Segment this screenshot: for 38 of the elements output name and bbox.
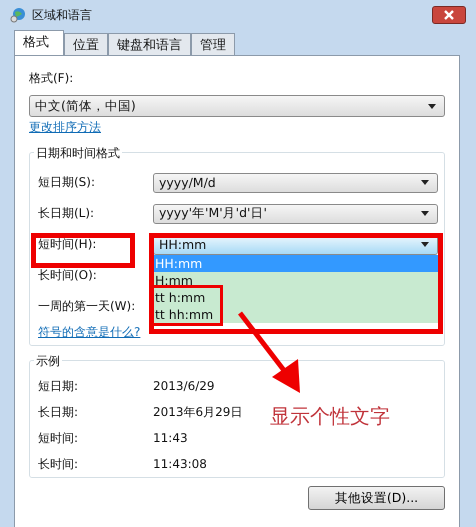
field-label: 一周的第一天(W):	[38, 298, 136, 315]
tab[interactable]: 键盘和语言	[108, 33, 191, 55]
tab[interactable]: 管理	[191, 33, 235, 55]
window-title: 区域和语言	[32, 6, 92, 24]
format-label: 格式(F):	[29, 70, 74, 87]
example-label: 短日期:	[38, 378, 80, 394]
globe-icon	[10, 7, 26, 23]
field-label: 短日期(S):	[38, 174, 96, 191]
dropdown-option[interactable]: tt hh:mm	[153, 306, 438, 322]
format-dropdown[interactable]: yyyy'年'M'月'd'日'	[153, 204, 438, 224]
close-icon	[444, 10, 454, 20]
annotation-text: 显示个性文字	[270, 403, 390, 430]
group-title: 示例	[34, 353, 62, 370]
dropdown-option[interactable]: H:mm	[153, 272, 438, 288]
tab[interactable]: 位置	[64, 33, 108, 55]
example-value: 2013/6/29	[153, 379, 215, 393]
example-label: 长时间:	[38, 456, 80, 472]
field-label: 长日期(L):	[38, 205, 96, 222]
example-label: 短时间:	[38, 430, 80, 446]
example-label: 长日期:	[38, 404, 80, 420]
symbols-help-link[interactable]: 符号的含意是什么?	[38, 324, 140, 341]
tab[interactable]: 格式	[14, 30, 64, 55]
example-value: 11:43	[153, 431, 188, 445]
caret-icon	[421, 211, 429, 216]
format-dropdown[interactable]: yyyy/M/d	[153, 172, 438, 192]
format-dropdown[interactable]: 中文(简体，中国)	[29, 95, 445, 117]
other-settings-button[interactable]: 其他设置(D)...	[308, 486, 445, 510]
example-value: 11:43:08	[153, 457, 207, 471]
field-label: 长时间(O):	[38, 267, 98, 284]
sort-method-link[interactable]: 更改排序方法	[29, 119, 101, 136]
close-button[interactable]	[432, 6, 466, 24]
group-title: 日期和时间格式	[34, 145, 122, 162]
dropdown-option[interactable]: tt h:mm	[153, 288, 438, 306]
example-value: 2013年6月29日	[153, 404, 242, 420]
caret-icon	[421, 242, 429, 247]
field-label: 短时间(H):	[38, 236, 98, 253]
caret-icon	[421, 180, 429, 185]
caret-icon	[428, 104, 436, 108]
